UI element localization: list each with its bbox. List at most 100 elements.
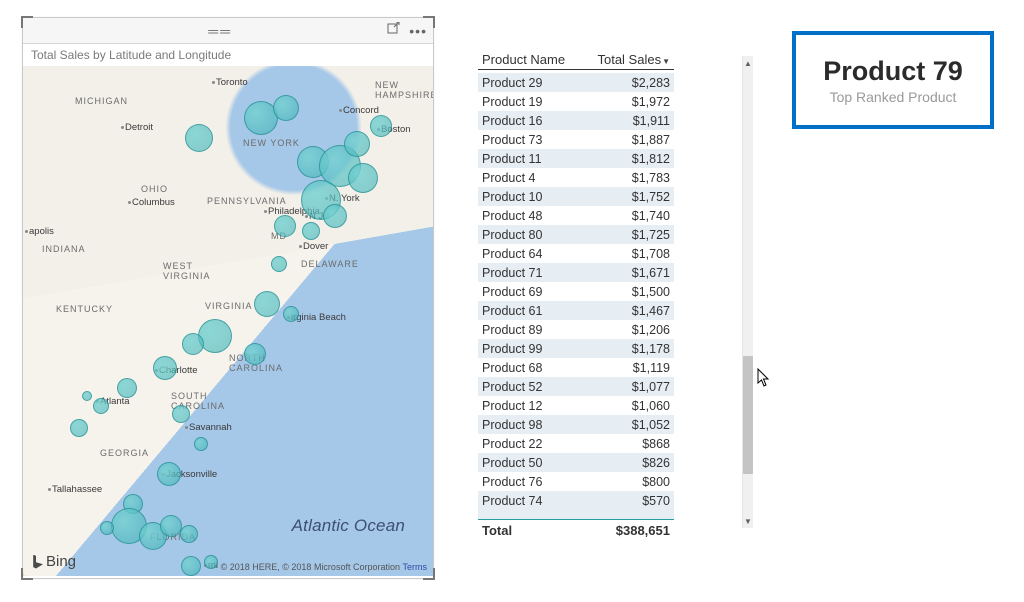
data-bubble[interactable] bbox=[283, 306, 299, 322]
city-label: irginia Beach bbox=[291, 312, 346, 323]
table-row[interactable]: Product 64$1,708 bbox=[478, 244, 674, 263]
table-row[interactable]: Product 80$1,725 bbox=[478, 225, 674, 244]
scroll-down-arrow-icon[interactable]: ▼ bbox=[743, 514, 753, 528]
table-row[interactable]: Product 89$1,206 bbox=[478, 320, 674, 339]
table-row[interactable]: Product 73$1,887 bbox=[478, 130, 674, 149]
map-canvas[interactable]: Atlantic Ocean Bing © 2018 HERE, © 2018 … bbox=[23, 66, 433, 576]
data-bubble[interactable] bbox=[181, 556, 201, 576]
data-bubble[interactable] bbox=[157, 462, 181, 486]
cell-name: Product 73 bbox=[478, 133, 593, 147]
data-bubble[interactable] bbox=[194, 437, 208, 451]
city-label: Toronto bbox=[216, 77, 248, 88]
sales-table[interactable]: Product Name Total Sales▼ Product 29$2,2… bbox=[478, 52, 674, 538]
data-bubble[interactable] bbox=[348, 163, 378, 193]
table-row[interactable]: Product 19$1,972 bbox=[478, 92, 674, 111]
cell-value: $1,783 bbox=[593, 171, 674, 185]
table-row[interactable]: Product 4$1,783 bbox=[478, 168, 674, 187]
state-label: GEORGIA bbox=[100, 448, 149, 458]
cell-name: Product 12 bbox=[478, 399, 593, 413]
resize-handle-tr[interactable] bbox=[423, 16, 435, 28]
city-label: Dover bbox=[303, 241, 328, 252]
scroll-thumb[interactable] bbox=[743, 356, 753, 474]
cell-name: Product 22 bbox=[478, 437, 593, 451]
data-bubble[interactable] bbox=[82, 391, 92, 401]
city-label: Tallahassee bbox=[52, 484, 102, 495]
cell-value: $1,671 bbox=[593, 266, 674, 280]
table-row[interactable]: Product 99$1,178 bbox=[478, 339, 674, 358]
data-bubble[interactable] bbox=[70, 419, 88, 437]
visual-header[interactable]: ══ ••• bbox=[23, 18, 433, 44]
cell-name: Product 69 bbox=[478, 285, 593, 299]
data-bubble[interactable] bbox=[370, 115, 392, 137]
cell-value: $1,752 bbox=[593, 190, 674, 204]
table-row[interactable]: Product 16$1,911 bbox=[478, 111, 674, 130]
table-row[interactable]: Product 10$1,752 bbox=[478, 187, 674, 206]
data-bubble[interactable] bbox=[204, 555, 218, 569]
data-bubble[interactable] bbox=[274, 215, 296, 237]
data-bubble[interactable] bbox=[93, 398, 109, 414]
table-scrollbar[interactable]: ▲ ▼ bbox=[742, 56, 753, 528]
table-row[interactable]: Product 69$1,500 bbox=[478, 282, 674, 301]
data-bubble[interactable] bbox=[160, 515, 182, 537]
data-bubble[interactable] bbox=[100, 521, 114, 535]
table-row[interactable]: Product 29$2,283 bbox=[478, 73, 674, 92]
data-bubble[interactable] bbox=[182, 333, 204, 355]
resize-handle-tl[interactable] bbox=[21, 16, 33, 28]
cell-name: Product 71 bbox=[478, 266, 593, 280]
data-bubble[interactable] bbox=[244, 343, 266, 365]
map-title: Total Sales by Latitude and Longitude bbox=[23, 44, 433, 66]
scroll-up-arrow-icon[interactable]: ▲ bbox=[743, 56, 753, 70]
city-label: Savannah bbox=[189, 422, 232, 433]
header-total-sales[interactable]: Total Sales▼ bbox=[593, 52, 674, 67]
cell-name: Product 64 bbox=[478, 247, 593, 261]
table-row[interactable]: Product 71$1,671 bbox=[478, 263, 674, 282]
data-bubble[interactable] bbox=[271, 256, 287, 272]
table-row[interactable]: Product 68$1,119 bbox=[478, 358, 674, 377]
data-bubble[interactable] bbox=[153, 356, 177, 380]
table-row[interactable]: Product 98$1,052 bbox=[478, 415, 674, 434]
header-product-name[interactable]: Product Name bbox=[478, 52, 593, 67]
data-bubble[interactable] bbox=[302, 222, 320, 240]
data-bubble[interactable] bbox=[172, 405, 190, 423]
drag-handle-icon[interactable]: ══ bbox=[53, 23, 387, 39]
table-row[interactable] bbox=[478, 510, 674, 519]
table-row[interactable]: Product 61$1,467 bbox=[478, 301, 674, 320]
cell-value: $1,725 bbox=[593, 228, 674, 242]
cell-value: $1,911 bbox=[593, 114, 674, 128]
cell-value: $868 bbox=[593, 437, 674, 451]
data-bubble[interactable] bbox=[185, 124, 213, 152]
focus-mode-icon[interactable] bbox=[387, 22, 401, 39]
table-row[interactable]: Product 76$800 bbox=[478, 472, 674, 491]
sort-desc-icon: ▼ bbox=[662, 57, 670, 66]
map-credit: © 2018 HERE, © 2018 Microsoft Corporatio… bbox=[221, 562, 427, 572]
data-bubble[interactable] bbox=[323, 204, 347, 228]
data-bubble[interactable] bbox=[344, 131, 370, 157]
cell-name: Product 50 bbox=[478, 456, 593, 470]
table-row[interactable]: Product 74$570 bbox=[478, 491, 674, 510]
state-label: WESTVIRGINIA bbox=[163, 261, 211, 281]
cell-value: $1,812 bbox=[593, 152, 674, 166]
cell-name: Product 16 bbox=[478, 114, 593, 128]
data-bubble[interactable] bbox=[180, 525, 198, 543]
table-row[interactable]: Product 22$868 bbox=[478, 434, 674, 453]
cell-value: $1,467 bbox=[593, 304, 674, 318]
terms-link[interactable]: Terms bbox=[403, 562, 428, 572]
data-bubble[interactable] bbox=[117, 378, 137, 398]
kpi-card[interactable]: Product 79 Top Ranked Product bbox=[792, 31, 994, 129]
table-row[interactable]: Product 12$1,060 bbox=[478, 396, 674, 415]
total-label: Total bbox=[478, 523, 593, 538]
map-visual[interactable]: ══ ••• Total Sales by Latitude and Longi… bbox=[22, 17, 434, 579]
table-row[interactable]: Product 50$826 bbox=[478, 453, 674, 472]
data-bubble[interactable] bbox=[273, 95, 299, 121]
table-row[interactable]: Product 11$1,812 bbox=[478, 149, 674, 168]
data-bubble[interactable] bbox=[254, 291, 280, 317]
cell-name: Product 99 bbox=[478, 342, 593, 356]
cell-name: Product 80 bbox=[478, 228, 593, 242]
ocean-label: Atlantic Ocean bbox=[292, 516, 405, 536]
state-label: KENTUCKY bbox=[56, 304, 113, 314]
table-row[interactable]: Product 48$1,740 bbox=[478, 206, 674, 225]
table-row[interactable]: Product 52$1,077 bbox=[478, 377, 674, 396]
cell-name: Product 10 bbox=[478, 190, 593, 204]
cell-value: $2,283 bbox=[593, 76, 674, 90]
cell-name: Product 48 bbox=[478, 209, 593, 223]
